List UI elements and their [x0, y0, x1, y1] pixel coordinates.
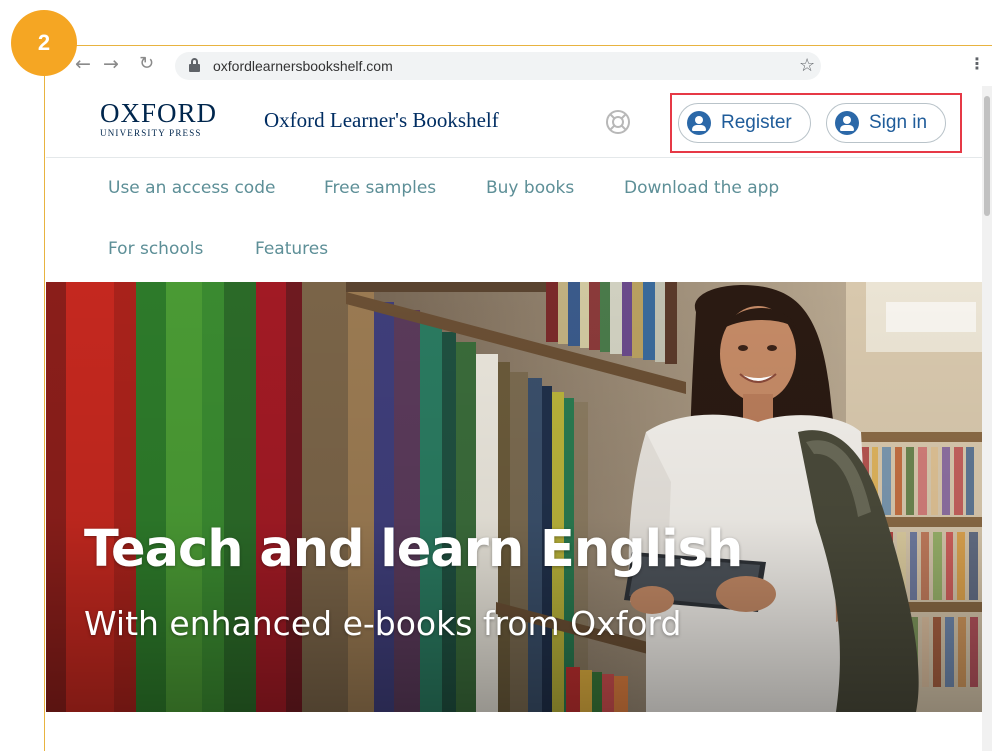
scrollbar-thumb[interactable]: [984, 96, 990, 216]
register-label: Register: [721, 112, 792, 133]
sign-in-button[interactable]: Sign in: [826, 103, 947, 143]
hero-banner: Teach and learn English With enhanced e-…: [46, 282, 982, 712]
hero-photo-library-student: [46, 282, 982, 712]
page-scrollbar[interactable]: [982, 86, 992, 751]
site-header: OXFORD UNIVERSITY PRESS Oxford Learner's…: [46, 86, 982, 158]
kebab-menu-icon[interactable]: ⋮: [969, 54, 985, 73]
sign-in-label: Sign in: [869, 112, 928, 133]
nav-for-schools[interactable]: For schools: [108, 239, 203, 259]
tutorial-frame-left: [44, 45, 45, 751]
reload-icon[interactable]: ↻: [139, 53, 154, 74]
nav-free-samples[interactable]: Free samples: [324, 178, 436, 198]
url-text[interactable]: oxfordlearnersbookshelf.com: [213, 58, 393, 74]
nav-download-app[interactable]: Download the app: [624, 178, 779, 198]
address-bar[interactable]: oxfordlearnersbookshelf.com ☆: [175, 52, 821, 80]
register-button[interactable]: Register: [678, 103, 811, 143]
back-arrow-icon[interactable]: ←: [75, 53, 91, 75]
oxford-logo[interactable]: OXFORD UNIVERSITY PRESS: [100, 98, 240, 139]
user-icon: [835, 111, 859, 135]
logo-subtitle: UNIVERSITY PRESS: [100, 128, 202, 138]
hero-subtitle: With enhanced e-books from Oxford: [84, 604, 682, 643]
main-navigation: Use an access code Free samples Buy book…: [46, 158, 982, 282]
help-lifebuoy-icon[interactable]: [604, 108, 632, 136]
browser-toolbar: ← → ↻ oxfordlearnersbookshelf.com ☆ ⋮: [45, 46, 992, 84]
nav-use-access-code[interactable]: Use an access code: [108, 178, 275, 198]
nav-features[interactable]: Features: [255, 239, 328, 259]
star-icon[interactable]: ☆: [799, 55, 815, 76]
user-icon: [687, 111, 711, 135]
forward-arrow-icon[interactable]: →: [103, 53, 119, 75]
hero-title: Teach and learn English: [84, 520, 743, 579]
lock-icon[interactable]: [189, 58, 200, 72]
logo-wordmark: OXFORD: [100, 98, 218, 128]
step-number-badge: 2: [11, 10, 77, 76]
screenshot-stage: 2 ← → ↻ oxfordlearnersbookshelf.com ☆ ⋮ …: [0, 0, 992, 751]
site-title[interactable]: Oxford Learner's Bookshelf: [264, 108, 499, 133]
nav-buy-books[interactable]: Buy books: [486, 178, 574, 198]
